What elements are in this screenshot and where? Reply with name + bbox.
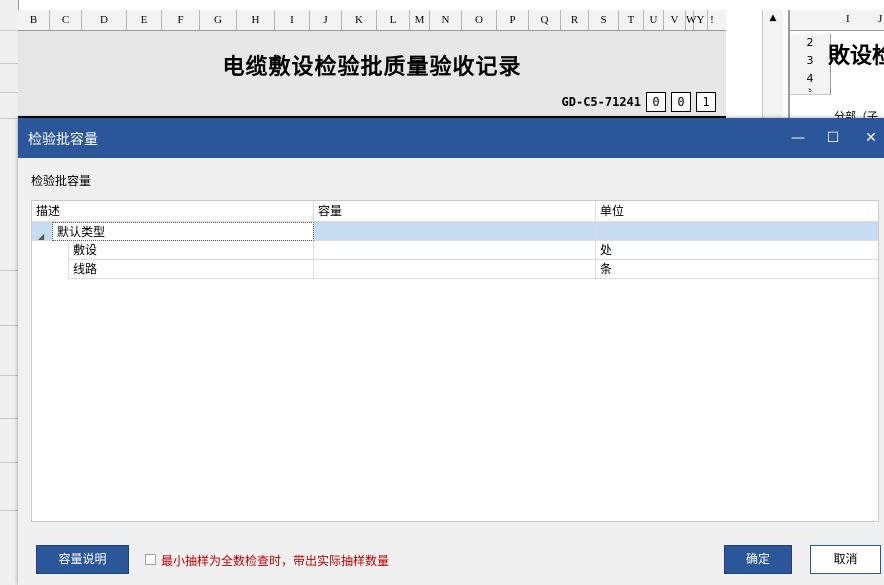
column-header[interactable]: K bbox=[342, 10, 377, 30]
maximize-icon[interactable]: ☐ bbox=[821, 126, 845, 150]
column-header[interactable]: H bbox=[237, 10, 275, 30]
column-header[interactable]: T bbox=[619, 10, 644, 30]
column-header[interactable]: U bbox=[644, 10, 664, 30]
vertical-scrollbar[interactable]: ▲ bbox=[762, 10, 783, 120]
column-header[interactable]: M bbox=[410, 10, 430, 30]
group-unit-cell[interactable] bbox=[596, 222, 878, 241]
column-header[interactable]: W bbox=[686, 10, 696, 30]
min-sample-checkbox[interactable] bbox=[145, 554, 156, 565]
form-code-label: GD-C5-71241 bbox=[561, 95, 641, 109]
column-header[interactable]: Y bbox=[694, 10, 708, 30]
code-box: 0 bbox=[671, 92, 691, 112]
column-header[interactable]: F bbox=[162, 10, 200, 30]
column-header[interactable]: L bbox=[377, 10, 410, 30]
right-split-pane: I J 2 3 4 5 敗设检 分部（子 bbox=[788, 10, 884, 123]
row-desc-cell[interactable]: 线路 bbox=[68, 260, 314, 279]
code-box: 1 bbox=[696, 92, 716, 112]
right-column-header: I J bbox=[790, 10, 884, 31]
column-header[interactable]: G bbox=[200, 10, 237, 30]
column-header[interactable]: J bbox=[310, 10, 342, 30]
sheet-area: 电缆敷设检验批质量验收记录 GD-C5-71241 0 0 1 bbox=[18, 31, 726, 119]
tree-expander[interactable]: ◢ bbox=[32, 222, 52, 241]
scroll-up-icon[interactable]: ▲ bbox=[763, 10, 783, 26]
cancel-button[interactable]: 取消 bbox=[810, 545, 881, 574]
row-number[interactable]: 4 bbox=[790, 70, 831, 89]
column-header[interactable]: I bbox=[846, 13, 850, 25]
minimize-icon[interactable]: — bbox=[786, 126, 810, 150]
grid-column-header-desc[interactable]: 描述 bbox=[32, 201, 314, 221]
grid-column-header-capacity[interactable]: 容量 bbox=[314, 201, 596, 221]
group-capacity-cell[interactable] bbox=[314, 222, 596, 241]
row-unit-cell[interactable]: 条 bbox=[596, 260, 878, 279]
sheet-title: 电缆敷设检验批质量验收记录 bbox=[222, 54, 522, 80]
column-header[interactable]: P bbox=[497, 10, 529, 30]
grid-column-header-unit[interactable]: 单位 bbox=[596, 201, 878, 221]
row-number[interactable]: 5 bbox=[790, 88, 831, 95]
dialog-titlebar[interactable]: 检验批容量 — ☐ ✕ bbox=[18, 118, 884, 158]
tree-group-row[interactable]: ◢ 默认类型 bbox=[32, 222, 878, 241]
row-number[interactable]: 3 bbox=[790, 52, 831, 71]
column-header[interactable]: D bbox=[82, 10, 127, 30]
column-header[interactable]: E bbox=[127, 10, 162, 30]
row-capacity-cell[interactable] bbox=[314, 241, 596, 260]
capacity-dialog: 检验批容量 — ☐ ✕ 检验批容量 描述 容量 单位 ◢ 默认类型 敷设 处 线… bbox=[18, 118, 884, 585]
row-desc-cell[interactable]: 敷设 bbox=[68, 241, 314, 260]
column-header[interactable]: R bbox=[561, 10, 589, 30]
column-header[interactable]: C bbox=[50, 10, 82, 30]
code-box: 0 bbox=[646, 92, 666, 112]
row-number[interactable]: 2 bbox=[790, 34, 831, 53]
column-header[interactable]: B bbox=[18, 10, 50, 30]
ok-button[interactable]: 确定 bbox=[724, 545, 792, 574]
table-row[interactable]: 敷设 处 bbox=[32, 241, 878, 260]
right-pane-title: 敗设检 bbox=[828, 43, 884, 69]
table-row[interactable]: 线路 条 bbox=[32, 260, 878, 279]
form-code: GD-C5-71241 0 0 1 bbox=[562, 92, 716, 112]
column-header[interactable]: I bbox=[275, 10, 310, 30]
capacity-tree-grid[interactable]: 描述 容量 单位 ◢ 默认类型 敷设 处 线路 条 bbox=[31, 200, 879, 522]
column-header[interactable]: S bbox=[589, 10, 619, 30]
capacity-explain-button[interactable]: 容量说明 bbox=[36, 545, 129, 574]
row-header-gutter bbox=[0, 0, 19, 585]
column-header[interactable]: ! bbox=[708, 10, 716, 30]
column-header[interactable]: J bbox=[878, 13, 882, 25]
column-header[interactable]: V bbox=[664, 10, 686, 30]
dialog-title: 检验批容量 bbox=[28, 132, 98, 148]
column-header-bar: B C D E F G H I J K L M N O P Q R S T U … bbox=[18, 10, 726, 31]
row-unit-cell[interactable]: 处 bbox=[596, 241, 878, 260]
close-icon[interactable]: ✕ bbox=[859, 126, 883, 150]
grid-header: 描述 容量 单位 bbox=[32, 201, 878, 222]
column-header[interactable]: N bbox=[430, 10, 462, 30]
tree-group-label[interactable]: 默认类型 bbox=[52, 222, 314, 241]
column-header[interactable]: Q bbox=[529, 10, 561, 30]
row-capacity-cell[interactable] bbox=[314, 260, 596, 279]
section-label: 检验批容量 bbox=[31, 174, 92, 188]
min-sample-checkbox-label[interactable]: 最小抽样为全数检查时，带出实际抽样数量 bbox=[161, 552, 389, 569]
column-header[interactable]: O bbox=[462, 10, 497, 30]
